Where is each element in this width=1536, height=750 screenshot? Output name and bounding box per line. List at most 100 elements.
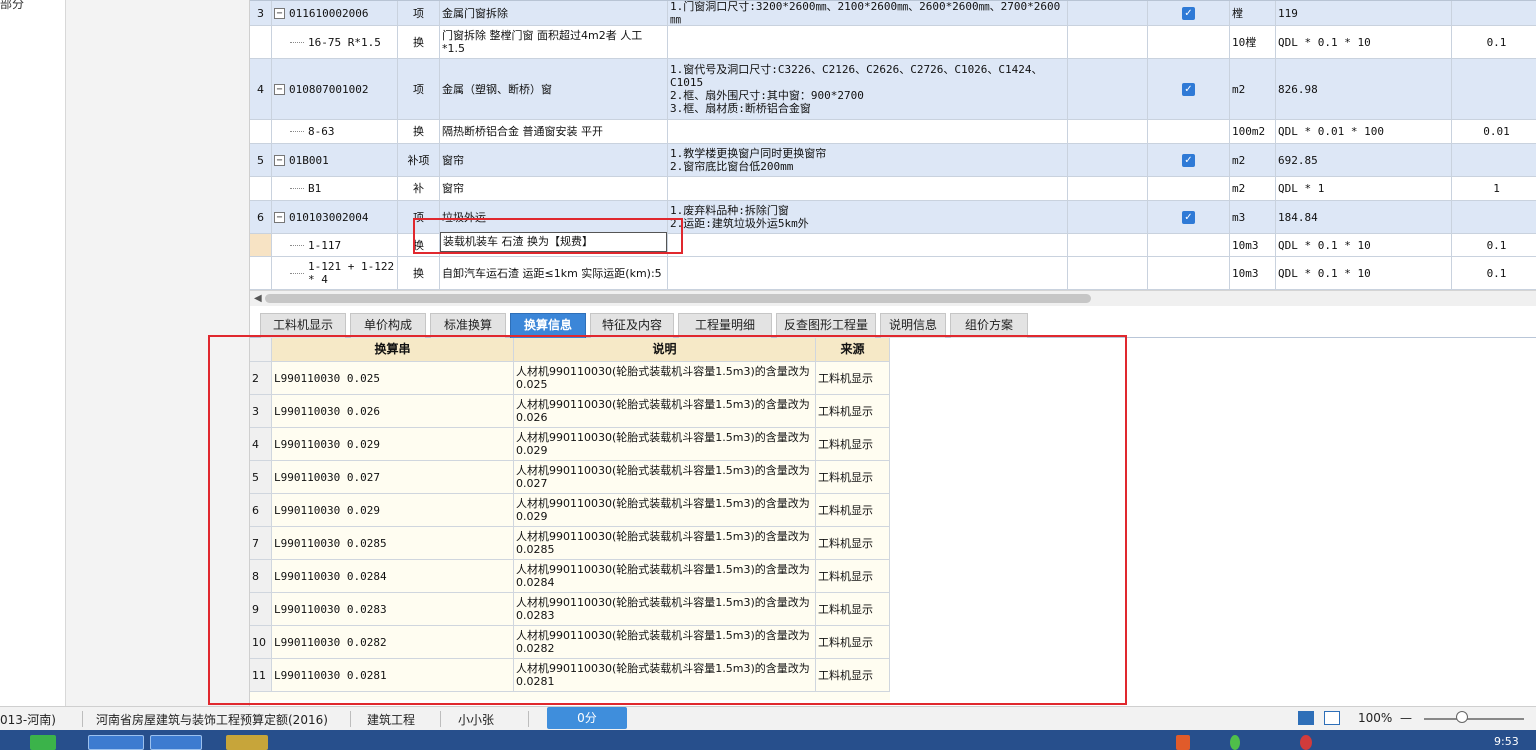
- name-cell[interactable]: 垃圾外运: [440, 201, 668, 233]
- conversion-description[interactable]: 人材机990110030(轮胎式装载机斗容量1.5m3)的含量改为0.0284: [514, 560, 816, 592]
- unit-cell[interactable]: m3: [1230, 201, 1276, 233]
- conversion-row[interactable]: 9 L990110030 0.0283 人材机990110030(轮胎式装载机斗容量…: [250, 593, 890, 626]
- conversion-string[interactable]: L990110030 0.0282: [272, 626, 514, 658]
- qty-cell[interactable]: 0.1: [1452, 26, 1536, 58]
- expr-cell[interactable]: QDL * 0.01 * 100: [1276, 120, 1452, 143]
- tab-8[interactable]: 说明信息: [880, 313, 946, 338]
- conversion-string[interactable]: L990110030 0.029: [272, 428, 514, 460]
- bill-row[interactable]: B1补窗帘m2QDL * 11692.85: [250, 177, 1536, 201]
- code-cell[interactable]: −011610002006: [272, 1, 398, 25]
- qty-cell[interactable]: [1452, 144, 1536, 176]
- expr-cell[interactable]: QDL * 0.1 * 10: [1276, 234, 1452, 256]
- conversion-source[interactable]: 工料机显示: [816, 395, 890, 427]
- tab-7[interactable]: 反查图形工程量: [776, 313, 876, 338]
- row-number-cell[interactable]: [250, 177, 272, 200]
- bill-row[interactable]: 6−010103002004 项垃圾外运 1.废弃料品种:拆除门窗 2.运距:建筑垃…: [250, 201, 1536, 234]
- name-edit-text[interactable]: 装载机装车 石渣 换为【规费】: [441, 235, 593, 248]
- feature-cell[interactable]: [668, 26, 1068, 58]
- expr-cell[interactable]: 826.98: [1276, 59, 1452, 119]
- conversion-string[interactable]: L990110030 0.0284: [272, 560, 514, 592]
- feature-cell[interactable]: [668, 120, 1068, 143]
- checkbox-checked-icon[interactable]: ✓: [1182, 153, 1195, 167]
- conversion-string[interactable]: L990110030 0.025: [272, 362, 514, 394]
- type-cell[interactable]: 换: [398, 234, 440, 256]
- feature-cell[interactable]: [668, 177, 1068, 200]
- layout-view-icon[interactable]: [1298, 711, 1314, 725]
- row-number-cell[interactable]: [250, 257, 272, 289]
- app-taskbar-icon[interactable]: [88, 735, 144, 750]
- column-header[interactable]: 来源: [816, 338, 890, 361]
- feature-cell[interactable]: 1.门窗洞口尺寸:3200*2600㎜、2100*2600㎜、2600*2600…: [668, 1, 1068, 25]
- conversion-string[interactable]: L990110030 0.0281: [272, 659, 514, 691]
- conversion-description[interactable]: 人材机990110030(轮胎式装载机斗容量1.5m3)的含量改为0.0285: [514, 527, 816, 559]
- qty-cell[interactable]: [1452, 201, 1536, 233]
- type-cell[interactable]: 补项: [398, 144, 440, 176]
- checkbox-cell[interactable]: ✓: [1148, 144, 1230, 176]
- feature-cell[interactable]: [668, 257, 1068, 289]
- qty-cell[interactable]: 1: [1452, 177, 1536, 200]
- checkbox-cell[interactable]: ✓: [1148, 1, 1230, 25]
- conversion-row[interactable]: 2 L990110030 0.025 人材机990110030(轮胎式装载机斗容量1…: [250, 362, 890, 395]
- type-cell[interactable]: 项: [398, 1, 440, 25]
- unit-cell[interactable]: 10m3: [1230, 257, 1276, 289]
- unit-cell[interactable]: 10樘: [1230, 26, 1276, 58]
- checkbox-cell[interactable]: [1148, 257, 1230, 289]
- type-cell[interactable]: 换: [398, 120, 440, 143]
- checkbox-checked-icon[interactable]: ✓: [1182, 82, 1195, 96]
- conversion-row[interactable]: 3 L990110030 0.026 人材机990110030(轮胎式装载机斗容量1…: [250, 395, 890, 428]
- row-number-cell[interactable]: 5: [250, 144, 272, 176]
- tab-5[interactable]: 特征及内容: [590, 313, 674, 338]
- row-number-cell[interactable]: [250, 120, 272, 143]
- conversion-description[interactable]: 人材机990110030(轮胎式装载机斗容量1.5m3)的含量改为0.0281: [514, 659, 816, 691]
- tab-4[interactable]: 换算信息: [510, 313, 586, 338]
- name-cell[interactable]: 窗帘: [440, 144, 668, 176]
- tab-2[interactable]: 单价构成: [350, 313, 426, 338]
- code-cell[interactable]: −01B001: [272, 144, 398, 176]
- qty-cell[interactable]: 0.1: [1452, 234, 1536, 256]
- tab-3[interactable]: 标准换算: [430, 313, 506, 338]
- conversion-row[interactable]: 5 L990110030 0.027 人材机990110030(轮胎式装载机斗容量1…: [250, 461, 890, 494]
- conversion-string[interactable]: L990110030 0.027: [272, 461, 514, 493]
- bill-row[interactable]: 8-63 换隔热断桥铝合金 普通窗安装 平开 100m2 QDL * 0.01 * 1…: [250, 120, 1536, 144]
- code-cell[interactable]: −010807001002: [272, 59, 398, 119]
- scroll-left-arrow-icon[interactable]: ◀: [254, 293, 262, 304]
- row-number-cell[interactable]: 3: [250, 1, 272, 25]
- checkbox-checked-icon[interactable]: ✓: [1182, 210, 1195, 224]
- conversion-source[interactable]: 工料机显示: [816, 527, 890, 559]
- expr-cell[interactable]: QDL * 0.1 * 10: [1276, 257, 1452, 289]
- bill-row[interactable]: 1-121 + 1-122 * 4 换自卸汽车运石渣 运距≤1km 实际运距(km…: [250, 257, 1536, 290]
- unit-cell[interactable]: m2: [1230, 177, 1276, 200]
- expr-cell[interactable]: 184.84: [1276, 201, 1452, 233]
- shield-app-icon[interactable]: [226, 735, 268, 750]
- checkbox-cell[interactable]: [1148, 26, 1230, 58]
- row-number-cell[interactable]: 6: [250, 201, 272, 233]
- code-cell[interactable]: B1: [272, 177, 398, 200]
- bill-row[interactable]: 4−010807001002 项金属（塑钢、断桥）窗 1.窗代号及洞口尺寸:C322…: [250, 59, 1536, 120]
- conversion-description[interactable]: 人材机990110030(轮胎式装载机斗容量1.5m3)的含量改为0.029: [514, 494, 816, 526]
- conversion-source[interactable]: 工料机显示: [816, 593, 890, 625]
- checkbox-cell[interactable]: [1148, 120, 1230, 143]
- tab-1[interactable]: 工料机显示: [260, 313, 346, 338]
- conversion-source[interactable]: 工料机显示: [816, 428, 890, 460]
- tray-security-icon[interactable]: [1300, 735, 1312, 750]
- code-cell[interactable]: 8-63: [272, 120, 398, 143]
- name-edit-box[interactable]: 装载机装车 石渣 换为【规费】: [440, 232, 667, 252]
- bill-row[interactable]: 16-75 R*1.5 换门窗拆除 整樘门窗 面积超过4m2者 人工*1.5 10樘…: [250, 26, 1536, 59]
- scrollbar-thumb[interactable]: [265, 294, 1091, 303]
- budget-app-icon[interactable]: [150, 735, 202, 750]
- conversion-row[interactable]: 4 L990110030 0.029 人材机990110030(轮胎式装载机斗容量1…: [250, 428, 890, 461]
- conversion-row[interactable]: 6 L990110030 0.029 人材机990110030(轮胎式装载机斗容量1…: [250, 494, 890, 527]
- tray-status-icon[interactable]: [1230, 735, 1240, 750]
- conversion-row[interactable]: 11 L990110030 0.0281 人材机990110030(轮胎式装载机斗容…: [250, 659, 890, 692]
- checkbox-cell[interactable]: ✓: [1148, 201, 1230, 233]
- tab-9[interactable]: 组价方案: [950, 313, 1028, 338]
- code-cell[interactable]: −010103002004: [272, 201, 398, 233]
- name-cell[interactable]: 金属（塑钢、断桥）窗: [440, 59, 668, 119]
- qty-cell[interactable]: 0.1: [1452, 257, 1536, 289]
- expr-cell[interactable]: QDL * 1: [1276, 177, 1452, 200]
- code-cell[interactable]: 16-75 R*1.5: [272, 26, 398, 58]
- conversion-source[interactable]: 工料机显示: [816, 626, 890, 658]
- expr-cell[interactable]: 692.85: [1276, 144, 1452, 176]
- conversion-description[interactable]: 人材机990110030(轮胎式装载机斗容量1.5m3)的含量改为0.0282: [514, 626, 816, 658]
- code-cell[interactable]: 1-117: [272, 234, 398, 256]
